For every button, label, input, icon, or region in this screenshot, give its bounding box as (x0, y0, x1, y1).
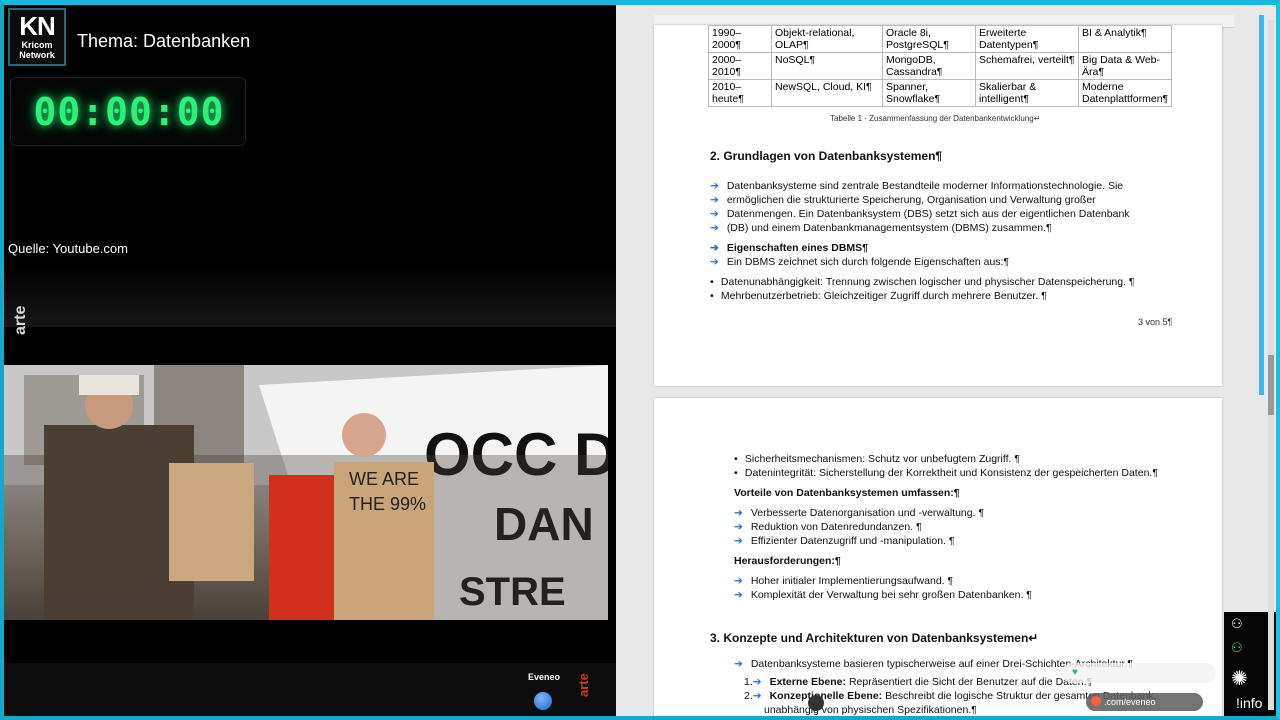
heart-icon: ♥ (1072, 667, 1078, 678)
list-item: ➔ Hoher initialer Implementierungsaufwand… (734, 575, 954, 587)
eveneo-logo-icon (534, 692, 552, 710)
list-item: • Datenintegrität: Sicherstellung der Ko… (734, 467, 1158, 479)
arrow-icon: ➔ (710, 180, 719, 192)
section2-paragraph: ➔ Datenbanksysteme sind zentrale Bestandt… (710, 180, 1130, 234)
source-label: Quelle: Youtube.com (8, 241, 128, 256)
section-heading: 2. Grundlagen von Datenbanksystemen¶ (710, 149, 943, 163)
props-heading: ➔ Eigenschaften eines DBMS¶ (710, 242, 869, 254)
kricom-logo: KN Kricom Network (8, 8, 66, 66)
settings-icon[interactable]: ✺ (1231, 666, 1248, 691)
history-table: 1990–2000¶ Objekt-relational, OLAP¶ Orac… (708, 25, 1173, 107)
video-frame[interactable]: OCC DAN STRE DAN STRE WE ARE THE 99% (4, 365, 608, 620)
scrollbar-thumb[interactable] (1268, 355, 1274, 415)
svg-text:THE 99%: THE 99% (349, 494, 426, 514)
props-intro: ➔ Ein DBMS zeichnet sich durch folgende E… (710, 256, 1010, 268)
timer-box: 00:00:00 (10, 77, 246, 146)
arrow-icon: ➔ (734, 521, 743, 533)
list-item: • Datenunabhängigkeit: Trennung zwischen… (710, 276, 1135, 288)
arrow-icon: ➔ (734, 575, 743, 587)
user-active-icon[interactable]: ⚇ (1231, 640, 1243, 656)
heart-badge-icon (1091, 696, 1101, 706)
cursor-icon (808, 695, 824, 711)
table-row: 2010–heute¶ NewSQL, Cloud, KI¶ Spanner, … (708, 79, 1173, 107)
arrow-icon: ➔ (710, 222, 719, 234)
list-item: ➔ Reduktion von Datenredundanzen. ¶ (734, 521, 922, 533)
eveneo-label: Eveneo (528, 672, 561, 682)
arrow-icon: ➔ (710, 242, 719, 254)
section-heading: 3. Konzepte und Architekturen von Datenb… (710, 631, 1039, 645)
arrow-icon: ➔ (734, 589, 743, 601)
arrow-icon: ➔ (734, 658, 743, 670)
protest-scene: OCC DAN STRE DAN STRE WE ARE THE 99% (4, 365, 608, 620)
timer-display: 00:00:00 (33, 90, 225, 134)
section-2: 2. Grundlagen von Datenbanksystemen¶ ➔ Da… (710, 149, 1170, 303)
list-item: ➔ Verbesserte Datenorganisation und -verw… (734, 507, 985, 519)
table-row: 1990–2000¶ Objekt-relational, OLAP¶ Orac… (708, 25, 1173, 53)
table-row: 2000–2010¶ NoSQL¶ MongoDB, Cassandra¶ Sc… (708, 52, 1173, 80)
challenges-list: ➔ Hoher initialer Implementierungsaufwand… (734, 574, 1194, 602)
table-caption: Tabelle 1 - Zusammenfassung der Datenban… (830, 114, 1041, 123)
advantages-list: ➔ Verbesserte Datenorganisation und -verw… (734, 506, 1194, 548)
arrow-icon: ➔ (710, 256, 719, 268)
list-item: • Sicherheitsmechanismen: Schutz vor unb… (734, 453, 1020, 465)
document-page-3: 1990–2000¶ Objekt-relational, OLAP¶ Orac… (654, 25, 1222, 386)
arte-watermark: arte (12, 305, 29, 335)
banner-gradient (4, 265, 616, 327)
list-item: ➔ Effizienter Datenzugriff und -manipulat… (734, 535, 955, 547)
document-viewer[interactable]: 1990–2000¶ Objekt-relational, OLAP¶ Orac… (616, 5, 1276, 716)
topic-title: Thema: Datenbanken (77, 31, 251, 51)
list-item: ➔ Komplexität der Verwaltung bei sehr gro… (734, 589, 1032, 601)
arrow-icon: ➔ (734, 507, 743, 519)
page-edge-indicator (1259, 15, 1264, 395)
stream-left-panel: KN Kricom Network Thema: Datenbanken 00:… (4, 5, 616, 716)
page-number: 3 von 5¶ (1138, 317, 1173, 327)
page2-list: • Sicherheitsmechanismen: Schutz vor unb… (734, 452, 1194, 602)
svg-text:WE ARE: WE ARE (349, 469, 419, 489)
list-item: • Mehrbenutzerbetrieb: Gleichzeitiger Zu… (710, 290, 1047, 302)
arrow-icon: ➔ (710, 208, 719, 220)
info-command[interactable]: !info (1236, 695, 1262, 711)
user-icon[interactable]: ⚇ (1231, 616, 1243, 632)
arte-logo: arte (576, 673, 591, 697)
eveneo-link-pill[interactable]: .com/eveneo (1086, 693, 1203, 711)
chat-overlay-tooltip (1062, 663, 1216, 683)
arrow-icon: ➔ (734, 535, 743, 547)
arrow-icon: ➔ (710, 194, 719, 206)
bottom-bar (4, 663, 616, 716)
props-list: • Datenunabhängigkeit: Trennung zwischen… (710, 275, 1170, 303)
advantages-heading: Vorteile von Datenbanksystemen umfassen:… (734, 487, 960, 499)
challenges-heading: Herausforderungen:¶ (734, 555, 841, 567)
